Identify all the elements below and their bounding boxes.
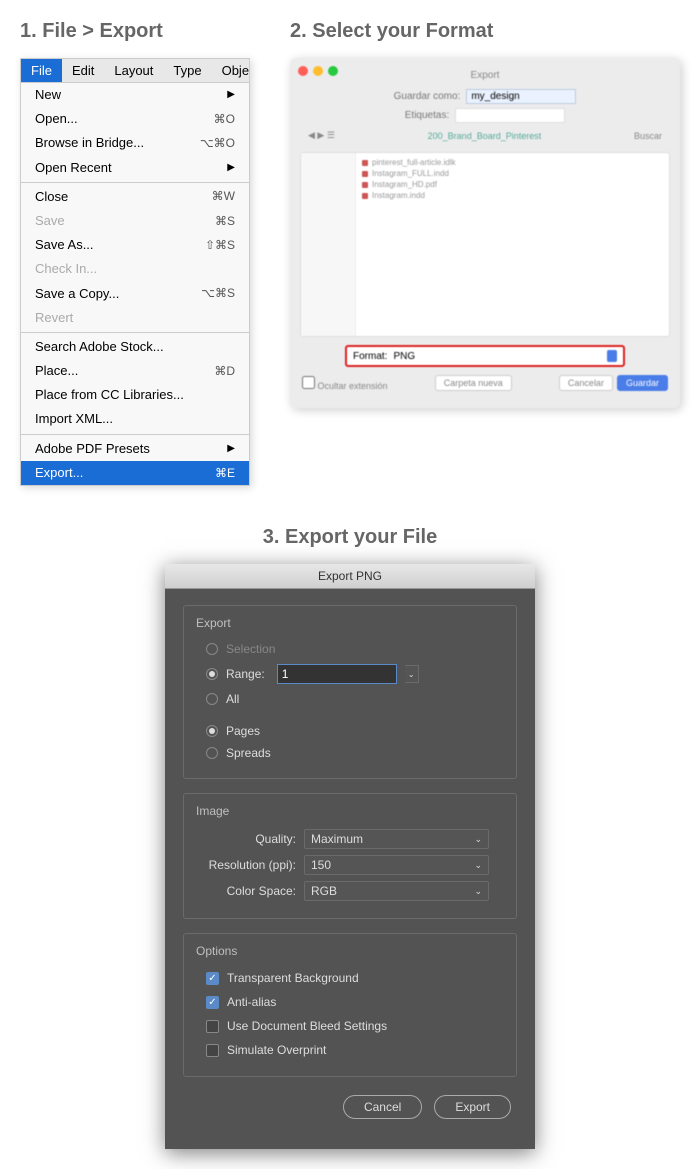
step3-title: 3. Export your File bbox=[20, 526, 680, 549]
file-item[interactable]: Instagram_HD.pdf bbox=[360, 179, 665, 190]
export-button[interactable]: Export bbox=[434, 1095, 511, 1119]
menu-item[interactable]: Adobe PDF Presets▶ bbox=[21, 437, 249, 461]
menubar-edit[interactable]: Edit bbox=[62, 59, 104, 82]
options-section-title: Options bbox=[196, 944, 504, 958]
options-section: Options ✓ Transparent Background ✓ Anti-… bbox=[183, 933, 517, 1077]
resolution-label: Resolution (ppi): bbox=[196, 858, 304, 872]
range-input[interactable] bbox=[277, 664, 397, 684]
menu-item[interactable]: Open...⌘O bbox=[21, 107, 249, 131]
range-dropdown-icon[interactable]: ⌄ bbox=[405, 665, 419, 683]
menu-item[interactable]: Save As...⇧⌘S bbox=[21, 233, 249, 257]
menu-item: Save⌘S bbox=[21, 209, 249, 233]
menu-item[interactable]: Close⌘W bbox=[21, 185, 249, 209]
radio-pages[interactable]: Pages bbox=[196, 720, 504, 742]
menubar-file[interactable]: File bbox=[21, 59, 62, 82]
step2-title: 2. Select your Format bbox=[290, 20, 680, 43]
file-item[interactable]: Instagram.indd bbox=[360, 190, 665, 201]
format-dropdown-icon[interactable] bbox=[607, 350, 617, 362]
menu-item[interactable]: New▶ bbox=[21, 83, 249, 107]
tags-input[interactable] bbox=[455, 108, 565, 123]
chevron-down-icon: ⌄ bbox=[474, 860, 482, 871]
export-section-title: Export bbox=[196, 616, 504, 630]
radio-selection: Selection bbox=[196, 638, 504, 660]
new-folder-button[interactable]: Carpeta nueva bbox=[435, 375, 512, 391]
save-button[interactable]: Guardar bbox=[617, 375, 668, 391]
save-as-label: Guardar como: bbox=[394, 91, 461, 102]
check-overprint[interactable]: Simulate Overprint bbox=[196, 1038, 504, 1062]
file-item[interactable]: Instagram_FULL.indd bbox=[360, 168, 665, 179]
file-list[interactable]: pinterest_full-article.idlkInstagram_FUL… bbox=[356, 153, 669, 336]
cancel-button[interactable]: Cancelar bbox=[559, 375, 613, 391]
save-dialog: Export Guardar como: Etiquetas: ◀ ▶ ☰ 20… bbox=[290, 58, 680, 408]
menu-item[interactable]: Open Recent▶ bbox=[21, 156, 249, 180]
export-section: Export Selection Range: ⌄ All Pages bbox=[183, 605, 517, 779]
search-input[interactable]: Buscar bbox=[634, 131, 662, 141]
menu-item[interactable]: Browse in Bridge...⌥⌘O bbox=[21, 131, 249, 155]
file-item[interactable]: pinterest_full-article.idlk bbox=[360, 157, 665, 168]
image-section: Image Quality: Maximum⌄ Resolution (ppi)… bbox=[183, 793, 517, 919]
file-sidebar[interactable] bbox=[301, 153, 356, 336]
check-antialias[interactable]: ✓ Anti-alias bbox=[196, 990, 504, 1014]
export-png-dialog: Export PNG Export Selection Range: ⌄ All bbox=[165, 564, 535, 1149]
checkbox-icon: ✓ bbox=[206, 972, 219, 985]
file-menu-panel: File Edit Layout Type Obje New▶Open...⌘O… bbox=[20, 58, 250, 486]
quality-label: Quality: bbox=[196, 832, 304, 846]
menu-item[interactable]: Save a Copy...⌥⌘S bbox=[21, 282, 249, 306]
menubar: File Edit Layout Type Obje bbox=[21, 59, 249, 83]
format-label: Format: bbox=[353, 351, 387, 362]
menubar-type[interactable]: Type bbox=[163, 59, 211, 82]
cancel-button[interactable]: Cancel bbox=[343, 1095, 422, 1119]
menubar-object[interactable]: Obje bbox=[212, 59, 259, 82]
menu-item[interactable]: Search Adobe Stock... bbox=[21, 335, 249, 359]
radio-icon bbox=[206, 668, 218, 680]
colorspace-select[interactable]: RGB⌄ bbox=[304, 881, 489, 901]
menu-item[interactable]: Export...⌘E bbox=[21, 461, 249, 485]
hide-extension-checkbox[interactable]: Ocultar extensión bbox=[302, 376, 388, 391]
menu-item[interactable]: Place...⌘D bbox=[21, 359, 249, 383]
image-section-title: Image bbox=[196, 804, 504, 818]
menu-item[interactable]: Import XML... bbox=[21, 407, 249, 431]
resolution-select[interactable]: 150⌄ bbox=[304, 855, 489, 875]
quality-select[interactable]: Maximum⌄ bbox=[304, 829, 489, 849]
checkbox-icon bbox=[206, 1044, 219, 1057]
chevron-down-icon: ⌄ bbox=[474, 886, 482, 897]
format-select[interactable]: PNG bbox=[393, 351, 607, 362]
file-menu-list: New▶Open...⌘OBrowse in Bridge...⌥⌘OOpen … bbox=[21, 83, 249, 485]
export-dialog-title: Export PNG bbox=[165, 564, 535, 589]
checkbox-icon bbox=[206, 1020, 219, 1033]
radio-all[interactable]: All bbox=[196, 688, 504, 710]
menu-item[interactable]: Place from CC Libraries... bbox=[21, 383, 249, 407]
window-controls[interactable] bbox=[298, 66, 338, 76]
radio-spreads[interactable]: Spreads bbox=[196, 742, 504, 764]
folder-name[interactable]: 200_Brand_Board_Pinterest bbox=[428, 131, 542, 141]
checkbox-icon: ✓ bbox=[206, 996, 219, 1009]
chevron-down-icon: ⌄ bbox=[474, 834, 482, 845]
step1-title: 1. File > Export bbox=[20, 20, 250, 43]
radio-range[interactable]: Range: ⌄ bbox=[196, 660, 504, 688]
menubar-layout[interactable]: Layout bbox=[104, 59, 163, 82]
format-row: Format: PNG bbox=[345, 345, 625, 367]
save-as-input[interactable] bbox=[466, 89, 576, 104]
check-bleed[interactable]: Use Document Bleed Settings bbox=[196, 1014, 504, 1038]
menu-item: Check In... bbox=[21, 257, 249, 281]
menu-item: Revert bbox=[21, 306, 249, 330]
tags-label: Etiquetas: bbox=[405, 110, 449, 121]
colorspace-label: Color Space: bbox=[196, 884, 304, 898]
check-transparent[interactable]: ✓ Transparent Background bbox=[196, 966, 504, 990]
save-dialog-title: Export bbox=[300, 68, 670, 89]
